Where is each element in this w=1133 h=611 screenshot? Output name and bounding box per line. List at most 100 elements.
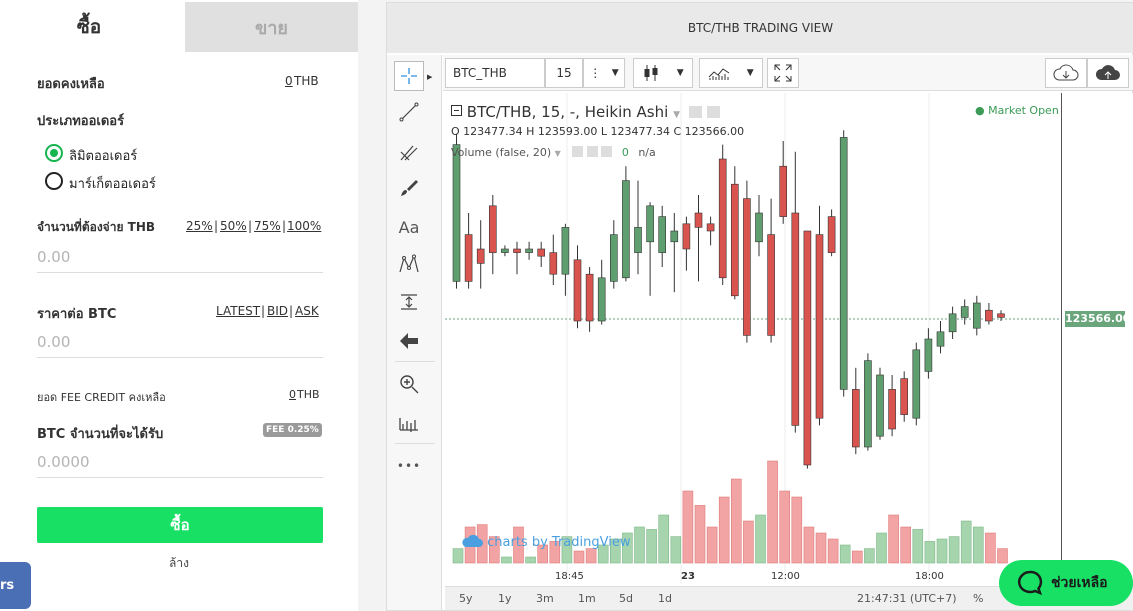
candle-body: [912, 349, 921, 419]
candle-body: [476, 248, 485, 264]
candle-body: [755, 212, 763, 243]
fee-credit-label: ยอด FEE CREDIT คงเหลือ: [37, 391, 166, 404]
cloud-load-icon[interactable]: [1045, 58, 1087, 88]
tradingview-watermark[interactable]: charts by TradingView: [461, 534, 630, 550]
volume-bar: [730, 478, 742, 564]
time-axis[interactable]: 18:45 23 12:00 18:00: [445, 568, 1061, 586]
price-input[interactable]: [37, 326, 323, 358]
order-type-label: ประเภทออเดอร์: [37, 114, 125, 129]
volume-bar: [682, 490, 694, 564]
latest-link[interactable]: LATEST: [216, 304, 260, 318]
balance-value[interactable]: 0: [285, 74, 293, 88]
range-3m[interactable]: 3m: [536, 592, 554, 605]
candle-body: [743, 198, 751, 336]
candle-body: [464, 234, 473, 282]
brush-icon[interactable]: [394, 173, 424, 203]
chart-area[interactable]: [445, 93, 1061, 583]
ohlc-values: O 123477.34 H 123593.00 L 123477.34 C 12…: [451, 125, 745, 138]
close-icon[interactable]: [601, 146, 613, 157]
range-1m[interactable]: 1m: [578, 592, 596, 605]
candlestick-chart[interactable]: [445, 93, 1061, 583]
limit-order-label[interactable]: ลิมิตออเดอร์: [69, 145, 137, 166]
volume-bar: [634, 526, 645, 564]
back-arrow-icon[interactable]: [394, 326, 424, 356]
candle-body: [658, 216, 666, 253]
eye-icon[interactable]: [688, 106, 702, 118]
collapse-icon[interactable]: [451, 105, 462, 116]
crosshair-icon[interactable]: [394, 61, 424, 91]
volume-bar: [501, 556, 512, 564]
chart-type-button[interactable]: ▼: [633, 58, 693, 88]
candle-body: [646, 205, 654, 243]
range-1d[interactable]: 1d: [658, 592, 672, 605]
pct-50-link[interactable]: 50%: [220, 219, 247, 233]
limit-order-radio[interactable]: [45, 144, 63, 162]
candle-body: [888, 389, 896, 430]
volume-bar: [743, 520, 754, 564]
market-order-label[interactable]: มาร์เก็ตออเดอร์: [69, 173, 156, 194]
tab-buy[interactable]: ซื้อ: [0, 2, 178, 52]
ruler-icon[interactable]: [394, 407, 424, 437]
volume-bar: [791, 496, 803, 564]
chevron-down-icon[interactable]: ▼: [673, 110, 680, 120]
chevron-down-icon: ▼: [611, 68, 619, 78]
volume-bar: [779, 490, 791, 564]
volume-bar: [912, 529, 924, 564]
fullscreen-icon[interactable]: [767, 58, 799, 88]
candle-body: [597, 277, 606, 322]
trading-view-panel: BTC/THB TRADING VIEW ▶ Aa ••• BTC_THB 15…: [386, 2, 1133, 611]
interval-dropdown[interactable]: ⋮ ▼: [583, 58, 625, 88]
pct-75-link[interactable]: 75%: [254, 219, 281, 233]
candle-body: [452, 144, 461, 282]
pct-25-link[interactable]: 25%: [186, 219, 213, 233]
candle-body: [997, 313, 1005, 318]
candle-body: [936, 331, 945, 347]
pct-100-link[interactable]: 100%: [287, 219, 321, 233]
text-tool-icon[interactable]: Aa: [394, 212, 424, 242]
candle-body: [876, 374, 884, 437]
pay-amount-input[interactable]: [37, 241, 323, 273]
expand-arrow-icon[interactable]: ▶: [427, 73, 432, 81]
clear-link[interactable]: ล้าง: [0, 554, 358, 573]
measure-icon[interactable]: [394, 287, 424, 317]
chevron-down-icon[interactable]: ▼: [555, 149, 561, 158]
volume-value: 0: [621, 146, 629, 159]
help-button[interactable]: ช่วยเหลือ: [999, 560, 1133, 606]
interval-box[interactable]: 15: [545, 58, 583, 88]
candle-body: [864, 360, 872, 448]
symbol-box[interactable]: BTC_THB: [445, 58, 545, 88]
volume-bar: [924, 541, 936, 564]
cloud-save-icon[interactable]: [1087, 58, 1129, 88]
tab-sell[interactable]: ขาย: [185, 2, 358, 52]
candle-body: [924, 338, 933, 372]
range-5y[interactable]: 5y: [459, 592, 473, 605]
volume-bar: [585, 548, 597, 564]
pct-separator: |: [282, 219, 287, 233]
more-tools-icon[interactable]: •••: [394, 451, 424, 481]
bid-link[interactable]: BID: [267, 304, 288, 318]
market-status-text: Market Open: [988, 104, 1059, 117]
market-status: ● Market Open: [975, 104, 1059, 117]
pattern-icon[interactable]: [394, 249, 424, 279]
zoom-in-icon[interactable]: [394, 369, 424, 399]
candle-body: [682, 223, 691, 250]
percent-toggle[interactable]: %: [973, 592, 983, 605]
trend-line-icon[interactable]: [394, 97, 424, 127]
market-order-radio[interactable]: [45, 172, 63, 190]
candle-body: [815, 234, 824, 419]
buy-button[interactable]: ซื้อ: [37, 507, 323, 543]
settings-icon[interactable]: [586, 146, 598, 157]
eye-icon[interactable]: [572, 146, 584, 157]
settings-icon[interactable]: [706, 106, 720, 118]
indicators-button[interactable]: ▼: [699, 58, 763, 88]
receive-input[interactable]: [37, 446, 323, 478]
side-tab[interactable]: rs: [0, 562, 31, 609]
chart-legend-title: BTC/THB, 15, -, Heikin Ashi ▼: [451, 103, 720, 121]
price-scale[interactable]: [1061, 93, 1133, 583]
fee-credit-value[interactable]: 0: [289, 388, 296, 401]
volume-bar: [960, 520, 972, 564]
range-5d[interactable]: 5d: [619, 592, 633, 605]
range-1y[interactable]: 1y: [498, 592, 512, 605]
pitchfork-icon[interactable]: [394, 137, 424, 167]
ask-link[interactable]: ASK: [295, 304, 319, 318]
